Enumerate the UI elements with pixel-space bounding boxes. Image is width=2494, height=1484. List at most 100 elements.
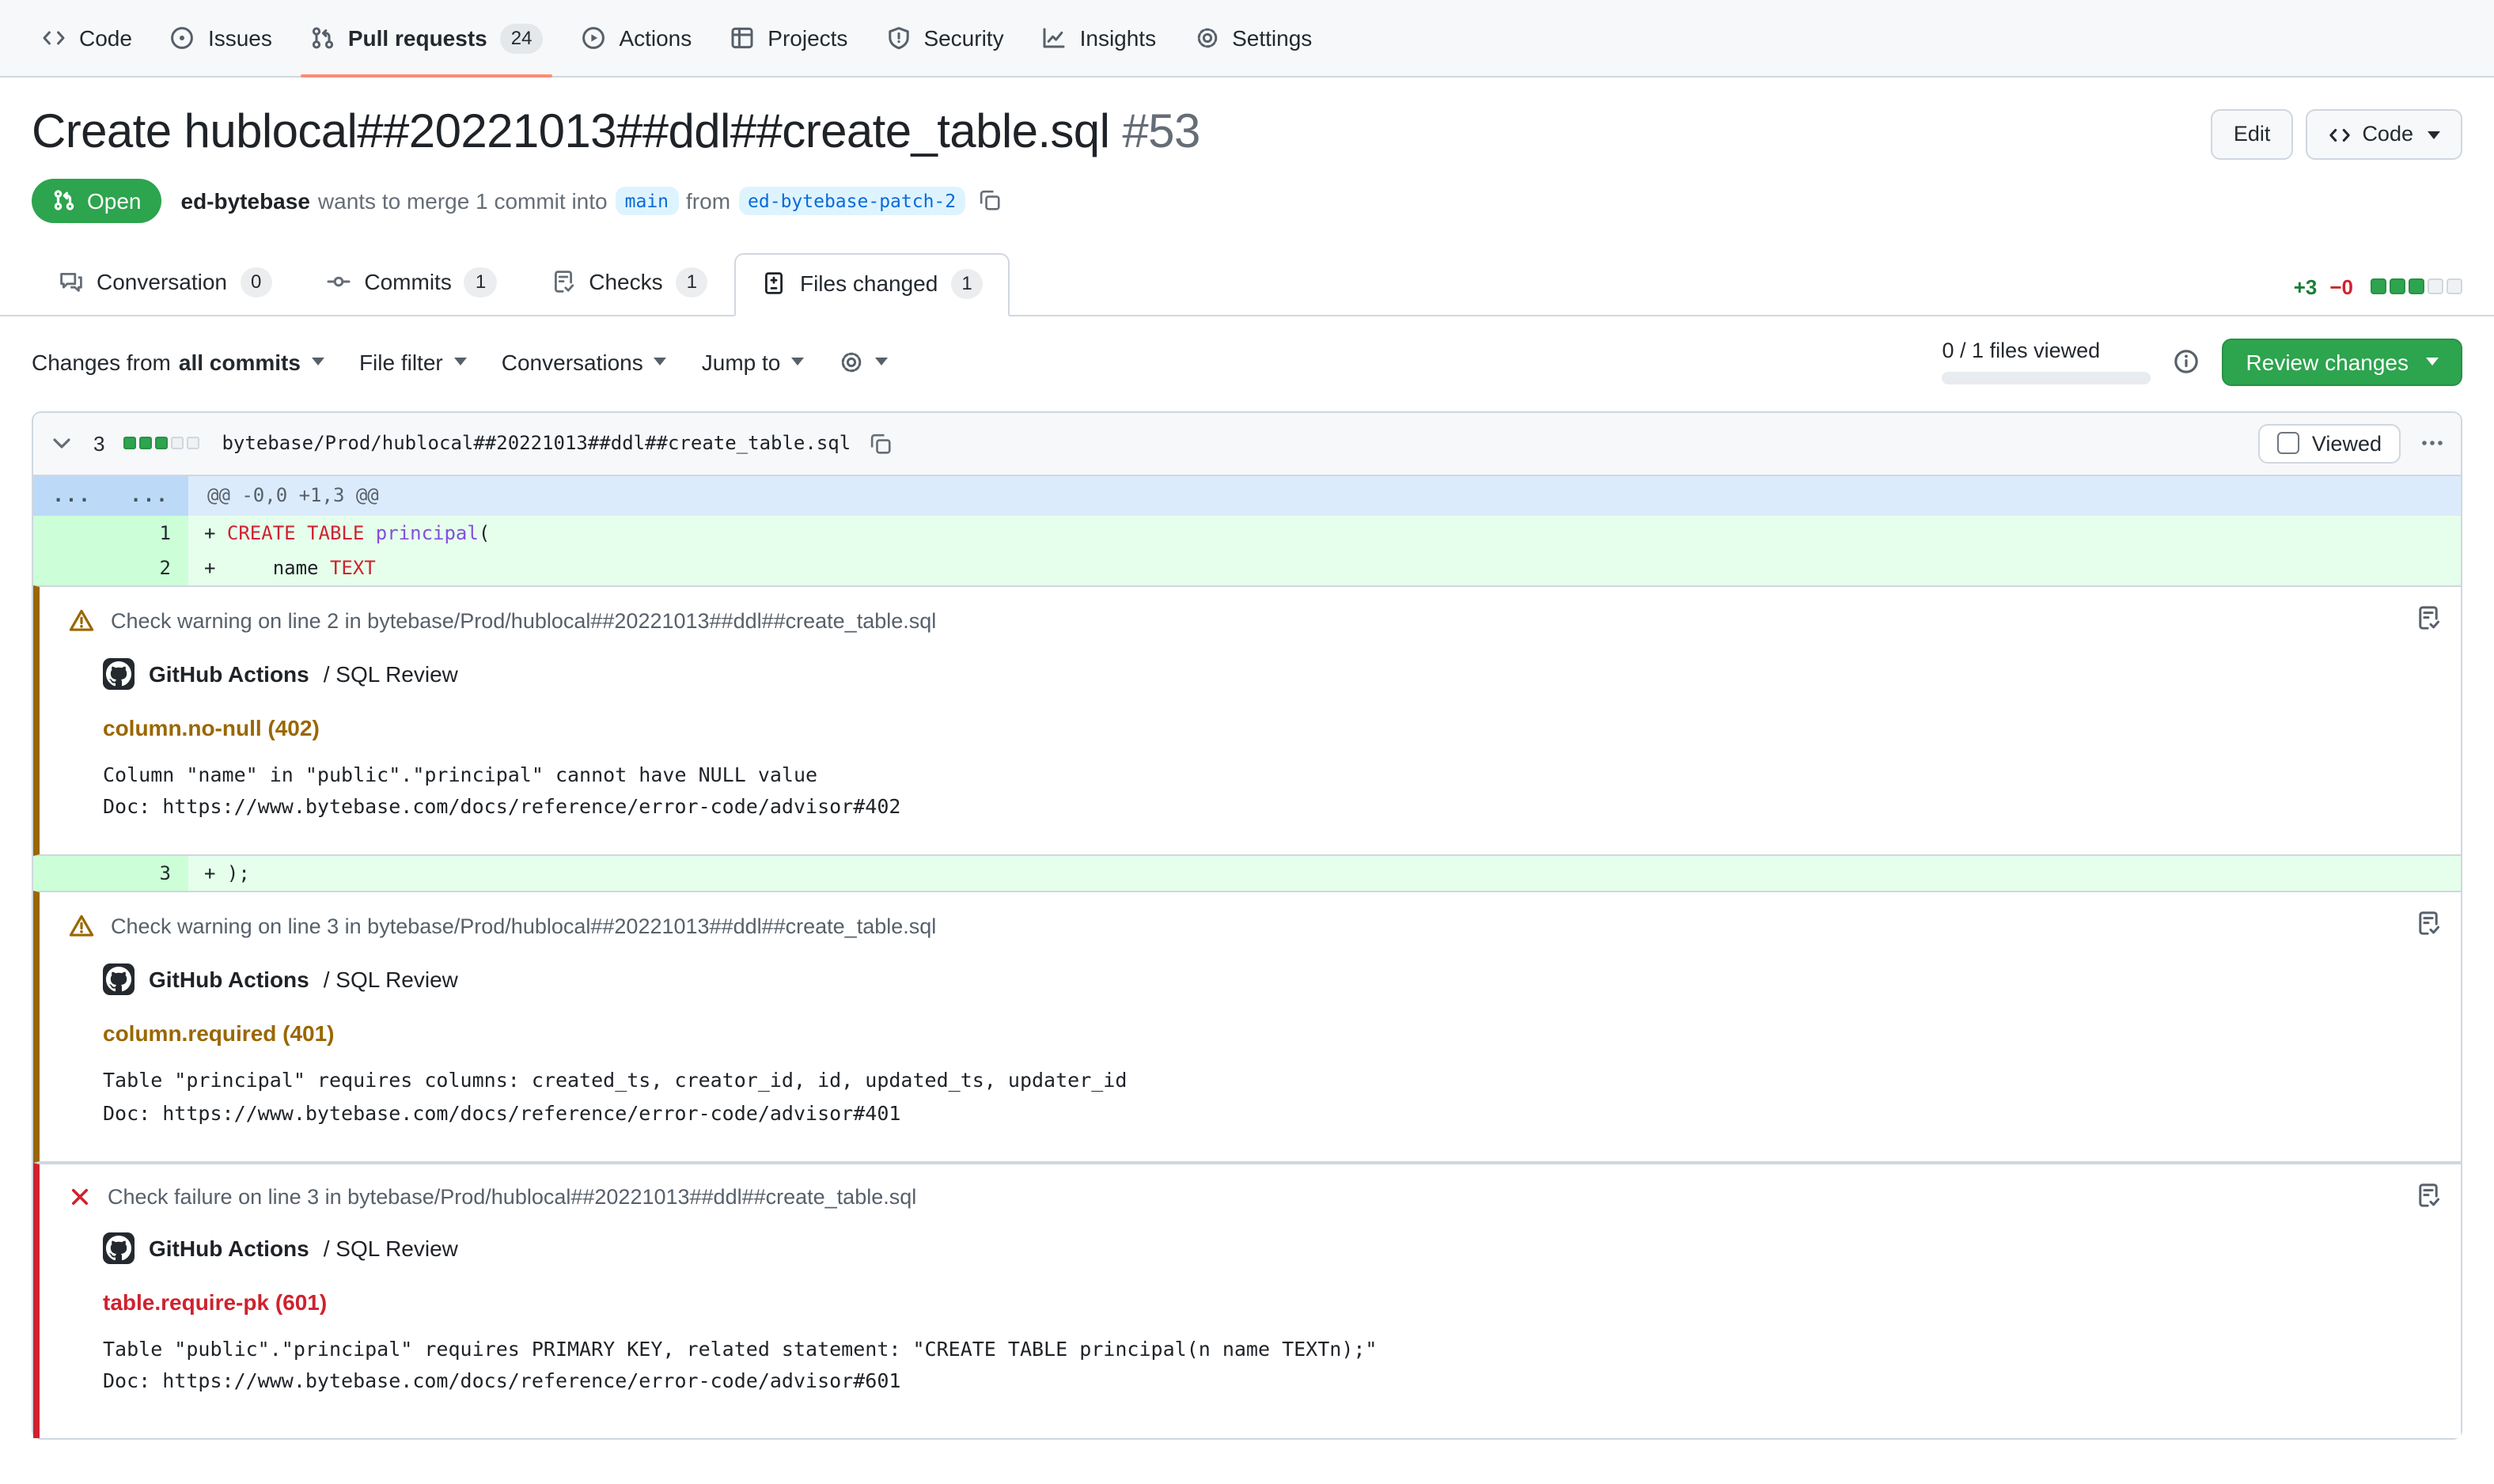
nav-item-settings[interactable]: Settings [1178, 0, 1328, 76]
code-entity: principal [376, 521, 479, 543]
check-run-icon[interactable] [2415, 910, 2442, 937]
github-avatar[interactable] [103, 963, 135, 995]
viewed-toggle[interactable]: Viewed [2258, 423, 2401, 463]
tab-checks[interactable]: Checks 1 [524, 251, 735, 314]
github-avatar[interactable] [103, 657, 135, 689]
comment-discussion-icon [59, 269, 84, 294]
nav-item-insights[interactable]: Insights [1026, 0, 1173, 76]
expand-dots[interactable]: ... [111, 475, 188, 515]
pull-requests-counter: 24 [500, 23, 544, 53]
from-text: from [686, 187, 730, 213]
check-app-name[interactable]: GitHub Actions [149, 661, 309, 686]
check-app-name[interactable]: GitHub Actions [149, 1235, 309, 1260]
tab-conversation[interactable]: Conversation 0 [32, 251, 299, 314]
check-doc-link: Doc: https://www.bytebase.com/docs/refer… [103, 1368, 2432, 1398]
gear-icon [839, 349, 864, 374]
nav-item-actions[interactable]: Actions [565, 0, 707, 76]
files-viewed-progress [1943, 372, 2151, 384]
hunk-header-text: @@ -0,0 +1,3 @@ [188, 475, 2461, 515]
check-app-row: GitHub Actions / SQL Review [103, 1232, 2432, 1263]
nav-item-code[interactable]: Code [25, 0, 148, 76]
github-avatar[interactable] [103, 1232, 135, 1263]
page-title: Create hublocal##20221013##ddl##create_t… [32, 103, 2212, 162]
line-number[interactable]: 1 [33, 515, 188, 550]
check-rule-title: column.required (401) [103, 1020, 2432, 1046]
line-code: + name TEXT [188, 550, 2461, 585]
review-changes-button[interactable]: Review changes [2223, 338, 2462, 385]
diffstat-squares [2371, 278, 2462, 294]
base-branch-label[interactable]: main [616, 186, 678, 214]
nav-item-projects[interactable]: Projects [714, 0, 863, 76]
chevron-down-icon[interactable] [49, 430, 74, 456]
check-app-name[interactable]: GitHub Actions [149, 967, 309, 992]
check-message: Column "name" in "public"."principal" ca… [103, 760, 2432, 790]
viewed-checkbox[interactable] [2277, 432, 2299, 454]
tab-files-changed[interactable]: Files changed 1 [735, 252, 1010, 316]
diff-line: 1 + CREATE TABLE principal( [33, 515, 2461, 550]
project-icon [730, 25, 755, 51]
edit-button-label: Edit [2234, 119, 2271, 150]
nav-item-label: Issues [208, 25, 272, 51]
tab-counter: 0 [240, 267, 272, 297]
alert-icon [68, 913, 95, 940]
pr-number: #53 [1122, 106, 1200, 158]
annotation-header: Check failure on line 3 in bytebase/Prod… [68, 1184, 2432, 1208]
jump-to-dropdown[interactable]: Jump to [702, 349, 805, 374]
code-text: + ); [204, 862, 250, 884]
tab-label: Files changed [800, 271, 938, 296]
line-code: + CREATE TABLE principal( [188, 515, 2461, 550]
info-icon[interactable] [2174, 348, 2200, 375]
diff-toolbar: Changes from all commits File filter Con… [0, 316, 2494, 385]
changes-from-dropdown[interactable]: Changes from all commits [32, 349, 324, 374]
chevron-down-icon [654, 358, 667, 365]
play-icon [581, 25, 606, 51]
issue-opened-icon [170, 25, 195, 51]
expand-hunk-gutter[interactable]: ... ... [33, 475, 188, 515]
check-run-icon[interactable] [2415, 1181, 2442, 1208]
chevron-down-icon [312, 358, 324, 365]
check-app-row: GitHub Actions / SQL Review [103, 963, 2432, 995]
file-path[interactable]: bytebase/Prod/hublocal##20221013##ddl##c… [222, 432, 851, 454]
head-branch-label[interactable]: ed-bytebase-patch-2 [738, 186, 965, 214]
code-dropdown-button[interactable]: Code [2305, 109, 2462, 160]
file-diff-icon [762, 271, 787, 296]
check-run-icon[interactable] [2415, 604, 2442, 630]
line-number[interactable]: 2 [33, 550, 188, 585]
copy-branch-icon[interactable] [978, 188, 1002, 212]
code-button-label: Code [2362, 119, 2413, 150]
tab-counter: 1 [950, 268, 983, 298]
check-app-row: GitHub Actions / SQL Review [103, 657, 2432, 689]
files-viewed-count: 0 / 1 files viewed [1943, 339, 2151, 362]
line-number[interactable]: 3 [33, 856, 188, 891]
conversations-dropdown[interactable]: Conversations [502, 349, 667, 374]
nav-item-issues[interactable]: Issues [154, 0, 288, 76]
additions-count: +3 [2294, 274, 2318, 298]
tab-counter: 1 [464, 267, 497, 297]
check-annotation-warning: Check warning on line 2 in bytebase/Prod… [33, 585, 2461, 856]
copy-file-path-icon[interactable] [868, 431, 892, 455]
edit-button[interactable]: Edit [2212, 109, 2293, 160]
check-annotation-warning: Check warning on line 3 in bytebase/Prod… [33, 891, 2461, 1162]
x-icon [68, 1184, 92, 1208]
code-keyword: CREATE TABLE [227, 521, 364, 543]
nav-item-security[interactable]: Security [870, 0, 1019, 76]
page: Code Issues Pull requests 24 Actions P [0, 0, 2494, 1484]
file-filter-dropdown[interactable]: File filter [359, 349, 467, 374]
tab-commits[interactable]: Commits 1 [299, 251, 524, 314]
expand-dots[interactable]: ... [33, 475, 111, 515]
diff-line: 2 + name TEXT [33, 550, 2461, 585]
code-icon [2327, 123, 2351, 146]
annotation-header-text: Check failure on line 3 in bytebase/Prod… [108, 1184, 916, 1208]
files-viewed: 0 / 1 files viewed [1943, 339, 2151, 384]
tab-label: Commits [364, 269, 451, 294]
merge-description: ed-bytebase wants to merge 1 commit into… [181, 186, 1003, 214]
nav-item-label: Insights [1080, 25, 1157, 51]
check-message: Table "public"."principal" requires PRIM… [103, 1334, 2432, 1365]
status-badge: Open [32, 178, 162, 222]
nav-item-pull-requests[interactable]: Pull requests 24 [294, 0, 559, 76]
check-rule-title: column.no-null (402) [103, 714, 2432, 740]
kebab-menu-icon[interactable] [2420, 430, 2445, 456]
chevron-down-icon [791, 358, 804, 365]
diff-settings-dropdown[interactable] [839, 349, 888, 374]
author-login[interactable]: ed-bytebase [181, 187, 310, 213]
